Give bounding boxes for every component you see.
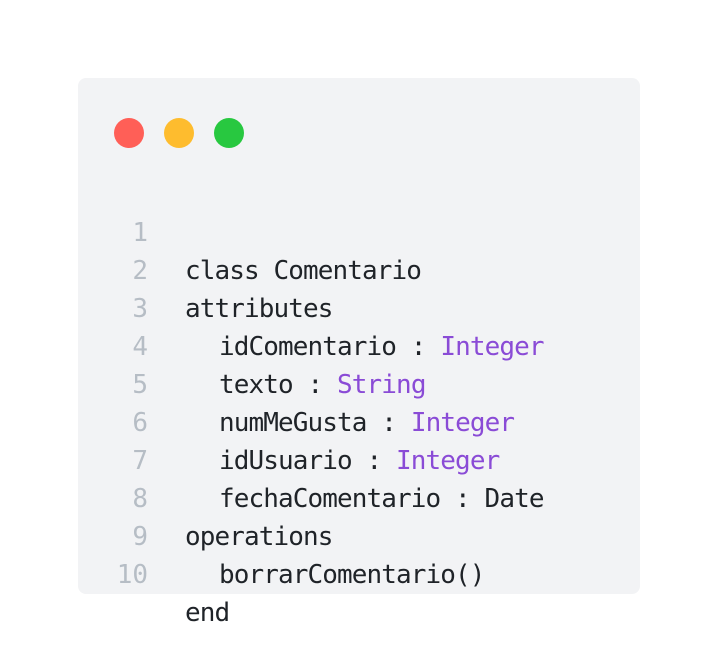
code-window: 1 class Comentario 2 attributes 3 idCome… <box>78 78 640 628</box>
type-separator: : <box>351 446 397 476</box>
code-line: 1 class Comentario <box>98 176 422 286</box>
line-text: class Comentario <box>185 256 422 286</box>
type-separator: : <box>366 408 411 438</box>
line-text: numMeGusta : Integer <box>185 404 515 442</box>
attribute-type: String <box>337 370 426 400</box>
close-dot-icon[interactable] <box>114 118 144 148</box>
code-line: 6 idUsuario : Integer <box>98 366 500 476</box>
code-block: 1 class Comentario 2 attributes 3 idCome… <box>98 176 545 628</box>
line-text: operations <box>185 522 333 552</box>
code-line: 3 idComentario : Integer <box>98 252 544 362</box>
line-text: borrarComentario() <box>219 560 485 590</box>
attribute-type: Integer <box>440 332 544 362</box>
line-text: attributes <box>185 294 333 324</box>
code-line: 2 attributes <box>98 214 333 324</box>
attribute-name: idComentario <box>219 332 397 362</box>
code-line: 7 fechaComentario : Date <box>98 404 544 514</box>
type-separator: : <box>292 370 338 400</box>
line-number: 10 <box>116 560 148 590</box>
code-line: 10 end <box>98 518 230 628</box>
line-text: idUsuario : Integer <box>185 442 500 480</box>
code-line: 8 operations <box>98 442 333 552</box>
attribute-name: numMeGusta <box>219 408 367 438</box>
attribute-name: idUsuario <box>219 446 353 476</box>
code-line: 5 numMeGusta : Integer <box>98 328 515 438</box>
line-text: idComentario : Integer <box>185 328 544 366</box>
code-line: 4 texto : String <box>98 290 426 400</box>
attribute-type: Integer <box>396 446 500 476</box>
line-text: end <box>185 598 230 628</box>
line-text: fechaComentario : Date <box>219 484 544 514</box>
code-line: 9 borrarComentario() <box>98 480 485 590</box>
maximize-dot-icon[interactable] <box>214 118 244 148</box>
line-text: texto : String <box>185 366 426 404</box>
type-separator: : <box>396 332 441 362</box>
minimize-dot-icon[interactable] <box>164 118 194 148</box>
attribute-type: Integer <box>410 408 515 438</box>
attribute-name: texto <box>219 370 294 400</box>
